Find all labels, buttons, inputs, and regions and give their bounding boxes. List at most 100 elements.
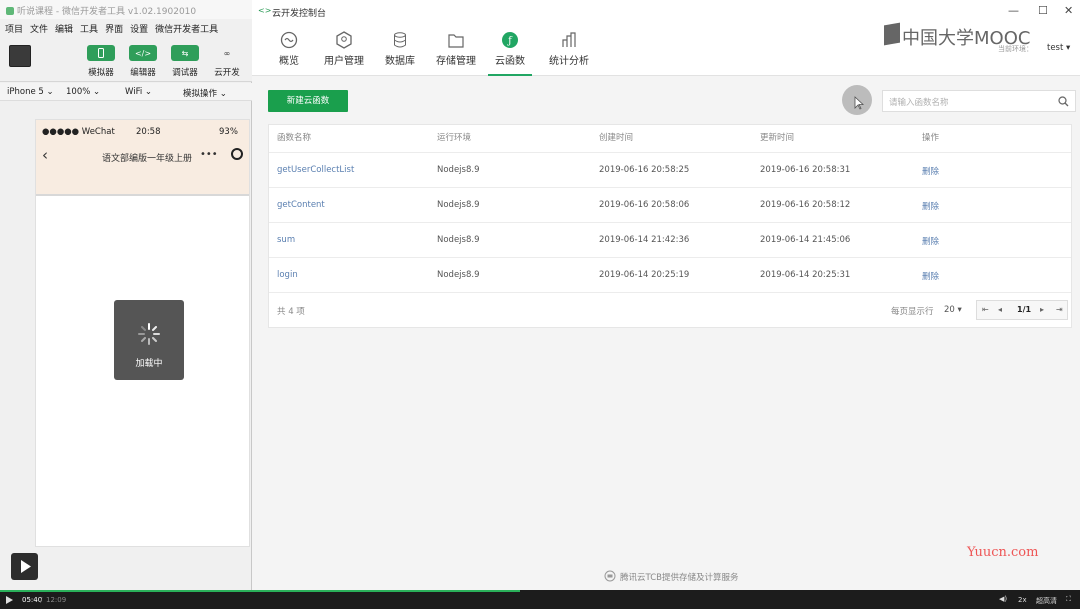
menu-item-file[interactable]: 文件 bbox=[30, 22, 48, 35]
time-separator: / bbox=[40, 596, 43, 604]
first-page-icon[interactable]: ⇤ bbox=[982, 305, 989, 314]
delete-link[interactable]: 删除 bbox=[922, 200, 939, 212]
close-icon[interactable]: ✕ bbox=[1064, 4, 1073, 17]
video-progress-fill[interactable] bbox=[0, 590, 520, 592]
menu-item-project[interactable]: 项目 bbox=[5, 22, 23, 35]
close-capsule-icon[interactable] bbox=[231, 148, 243, 160]
tab-storage[interactable]: 存储管理 bbox=[434, 31, 478, 76]
env-label: 当前环境： bbox=[998, 45, 1033, 53]
created-cell: 2019-06-14 21:42:36 bbox=[599, 235, 690, 245]
tab-database[interactable]: 数据库 bbox=[382, 31, 418, 76]
menu-bar: 项目 文件 编辑 工具 界面 设置 微信开发者工具 bbox=[0, 19, 252, 35]
console-title: 云开发控制台 bbox=[272, 9, 327, 19]
storage-icon bbox=[448, 34, 464, 48]
sim-page-title: 语文部编版一年级上册 bbox=[102, 154, 193, 164]
per-page-select[interactable]: 20 ▾ bbox=[944, 305, 962, 315]
phone-icon bbox=[98, 48, 104, 58]
total-count: 共 4 项 bbox=[277, 307, 305, 317]
prev-page-icon[interactable]: ◂ bbox=[998, 305, 1002, 314]
volume-icon[interactable]: ◀) bbox=[999, 595, 1007, 603]
cloud-function-table: 函数名称 运行环境 创建时间 更新时间 操作 getUserCollectLis… bbox=[268, 124, 1072, 328]
video-player-bar: 05:40 / 12:09 ◀) 2x 超高清 ⛶ bbox=[0, 590, 1080, 609]
tab-user-management[interactable]: 用户管理 bbox=[322, 31, 366, 76]
zoom-select[interactable]: 100% ⌄ bbox=[66, 87, 100, 97]
runtime-cell: Nodejs8.9 bbox=[437, 165, 480, 175]
menu-item-settings[interactable]: 设置 bbox=[130, 22, 148, 35]
menu-item-wechat-devtools[interactable]: 微信开发者工具 bbox=[155, 22, 218, 35]
mode-select[interactable]: 模拟操作 ⌄ bbox=[183, 87, 227, 99]
function-name-link[interactable]: login bbox=[277, 270, 298, 280]
speed-button[interactable]: 2x bbox=[1018, 596, 1027, 604]
console-logo-icon: <> bbox=[258, 6, 272, 15]
tab-label: 统计分析 bbox=[549, 56, 589, 67]
per-page-label: 每页显示行 bbox=[891, 307, 934, 317]
menu-item-edit[interactable]: 编辑 bbox=[55, 22, 73, 35]
device-select[interactable]: iPhone 5 ⌄ bbox=[7, 87, 54, 97]
network-select[interactable]: WiFi ⌄ bbox=[125, 87, 152, 97]
menu-item-view[interactable]: 界面 bbox=[105, 22, 123, 35]
database-icon bbox=[394, 32, 406, 48]
function-name-link[interactable]: getUserCollectList bbox=[277, 165, 354, 175]
video-play-button[interactable] bbox=[11, 553, 38, 580]
maximize-icon[interactable]: ☐ bbox=[1038, 4, 1048, 17]
play-icon bbox=[21, 560, 31, 573]
sim-time: 20:58 bbox=[136, 127, 161, 137]
delete-link[interactable]: 删除 bbox=[922, 165, 939, 177]
cloud-icon: ∞ bbox=[223, 48, 231, 58]
fullscreen-icon[interactable]: ⛶ bbox=[1066, 595, 1071, 604]
delete-link[interactable]: 删除 bbox=[922, 235, 939, 247]
cursor-icon bbox=[854, 96, 865, 110]
header-created: 创建时间 bbox=[599, 133, 634, 143]
devtools-toolbar: 模拟器 </> 编辑器 ⇆ 调试器 ∞ 云开发 bbox=[0, 35, 252, 82]
updated-cell: 2019-06-16 20:58:12 bbox=[760, 200, 851, 210]
new-cloud-function-button[interactable]: 新建云函数 bbox=[268, 90, 348, 112]
play-icon[interactable] bbox=[6, 596, 13, 604]
editor-toggle-button[interactable]: </> bbox=[129, 45, 157, 61]
console-titlebar: <> 云开发控制台 — ☐ ✕ bbox=[252, 0, 1080, 22]
tab-cloud-functions[interactable]: ƒ 云函数 bbox=[488, 31, 532, 76]
avatar[interactable] bbox=[9, 45, 31, 67]
function-name-link[interactable]: getContent bbox=[277, 200, 325, 210]
console-tab-bar: 概览 用户管理 数据库 存储管理 ƒ 云函数 统计分析 中国大学MOOC 当前环… bbox=[252, 22, 1080, 76]
spinner-icon bbox=[138, 323, 160, 345]
menu-item-tools[interactable]: 工具 bbox=[80, 22, 98, 35]
updated-cell: 2019-06-14 20:25:31 bbox=[760, 270, 851, 280]
created-cell: 2019-06-14 20:25:19 bbox=[599, 270, 690, 280]
quality-button[interactable]: 超高清 bbox=[1036, 596, 1057, 606]
search-placeholder: 请输入函数名称 bbox=[889, 98, 949, 108]
table-row: sum Nodejs8.9 2019-06-14 21:42:36 2019-0… bbox=[269, 222, 1071, 257]
cloud-dev-label: 云开发 bbox=[214, 68, 240, 78]
tab-statistics[interactable]: 统计分析 bbox=[547, 31, 591, 76]
env-select[interactable]: test ▾ bbox=[1047, 43, 1070, 53]
table-row: getContent Nodejs8.9 2019-06-16 20:58:06… bbox=[269, 187, 1071, 222]
runtime-cell: Nodejs8.9 bbox=[437, 235, 480, 245]
updated-cell: 2019-06-14 21:45:06 bbox=[760, 235, 851, 245]
debugger-toggle-button[interactable]: ⇆ bbox=[171, 45, 199, 61]
table-row: getUserCollectList Nodejs8.9 2019-06-16 … bbox=[269, 152, 1071, 187]
back-icon[interactable]: ‹ bbox=[42, 146, 48, 164]
cloud-console-window: <> 云开发控制台 — ☐ ✕ 概览 用户管理 数据库 存储管理 ƒ 云函数 统… bbox=[252, 0, 1080, 590]
minimize-icon[interactable]: — bbox=[1008, 4, 1019, 17]
search-icon[interactable] bbox=[1058, 96, 1069, 107]
tab-label: 用户管理 bbox=[324, 56, 364, 67]
tab-overview[interactable]: 概览 bbox=[274, 31, 304, 76]
editor-label: 编辑器 bbox=[130, 68, 156, 78]
simulator-toggle-button[interactable] bbox=[87, 45, 115, 61]
next-page-icon[interactable]: ▸ bbox=[1040, 305, 1044, 314]
tab-label: 数据库 bbox=[385, 56, 415, 67]
devtools-titlebar: 听说课程 - 微信开发者工具 v1.02.1902010 bbox=[0, 0, 252, 19]
loading-text: 加载中 bbox=[135, 359, 163, 369]
function-name-link[interactable]: sum bbox=[277, 235, 295, 245]
last-page-icon[interactable]: ⇥ bbox=[1056, 305, 1063, 314]
phone-simulator: ●●●●● WeChat 20:58 93% ‹ 语文部编版一年级上册 ••• … bbox=[35, 119, 250, 547]
devtools-window: 听说课程 - 微信开发者工具 v1.02.1902010 项目 文件 编辑 工具… bbox=[0, 0, 252, 590]
function-search-input[interactable]: 请输入函数名称 bbox=[882, 90, 1076, 112]
cloud-dev-button[interactable]: ∞ bbox=[213, 45, 241, 61]
delete-link[interactable]: 删除 bbox=[922, 270, 939, 282]
table-pagination: 共 4 项 每页显示行 20 ▾ ⇤ ◂ 1/1 ▸ ⇥ bbox=[269, 292, 1071, 328]
overview-icon bbox=[280, 31, 298, 49]
device-bar: iPhone 5 ⌄ 100% ⌄ WiFi ⌄ 模拟操作 ⌄ bbox=[0, 83, 252, 101]
header-updated: 更新时间 bbox=[760, 133, 795, 143]
more-icon[interactable]: ••• bbox=[200, 149, 218, 160]
loading-toast: 加载中 bbox=[114, 300, 184, 380]
